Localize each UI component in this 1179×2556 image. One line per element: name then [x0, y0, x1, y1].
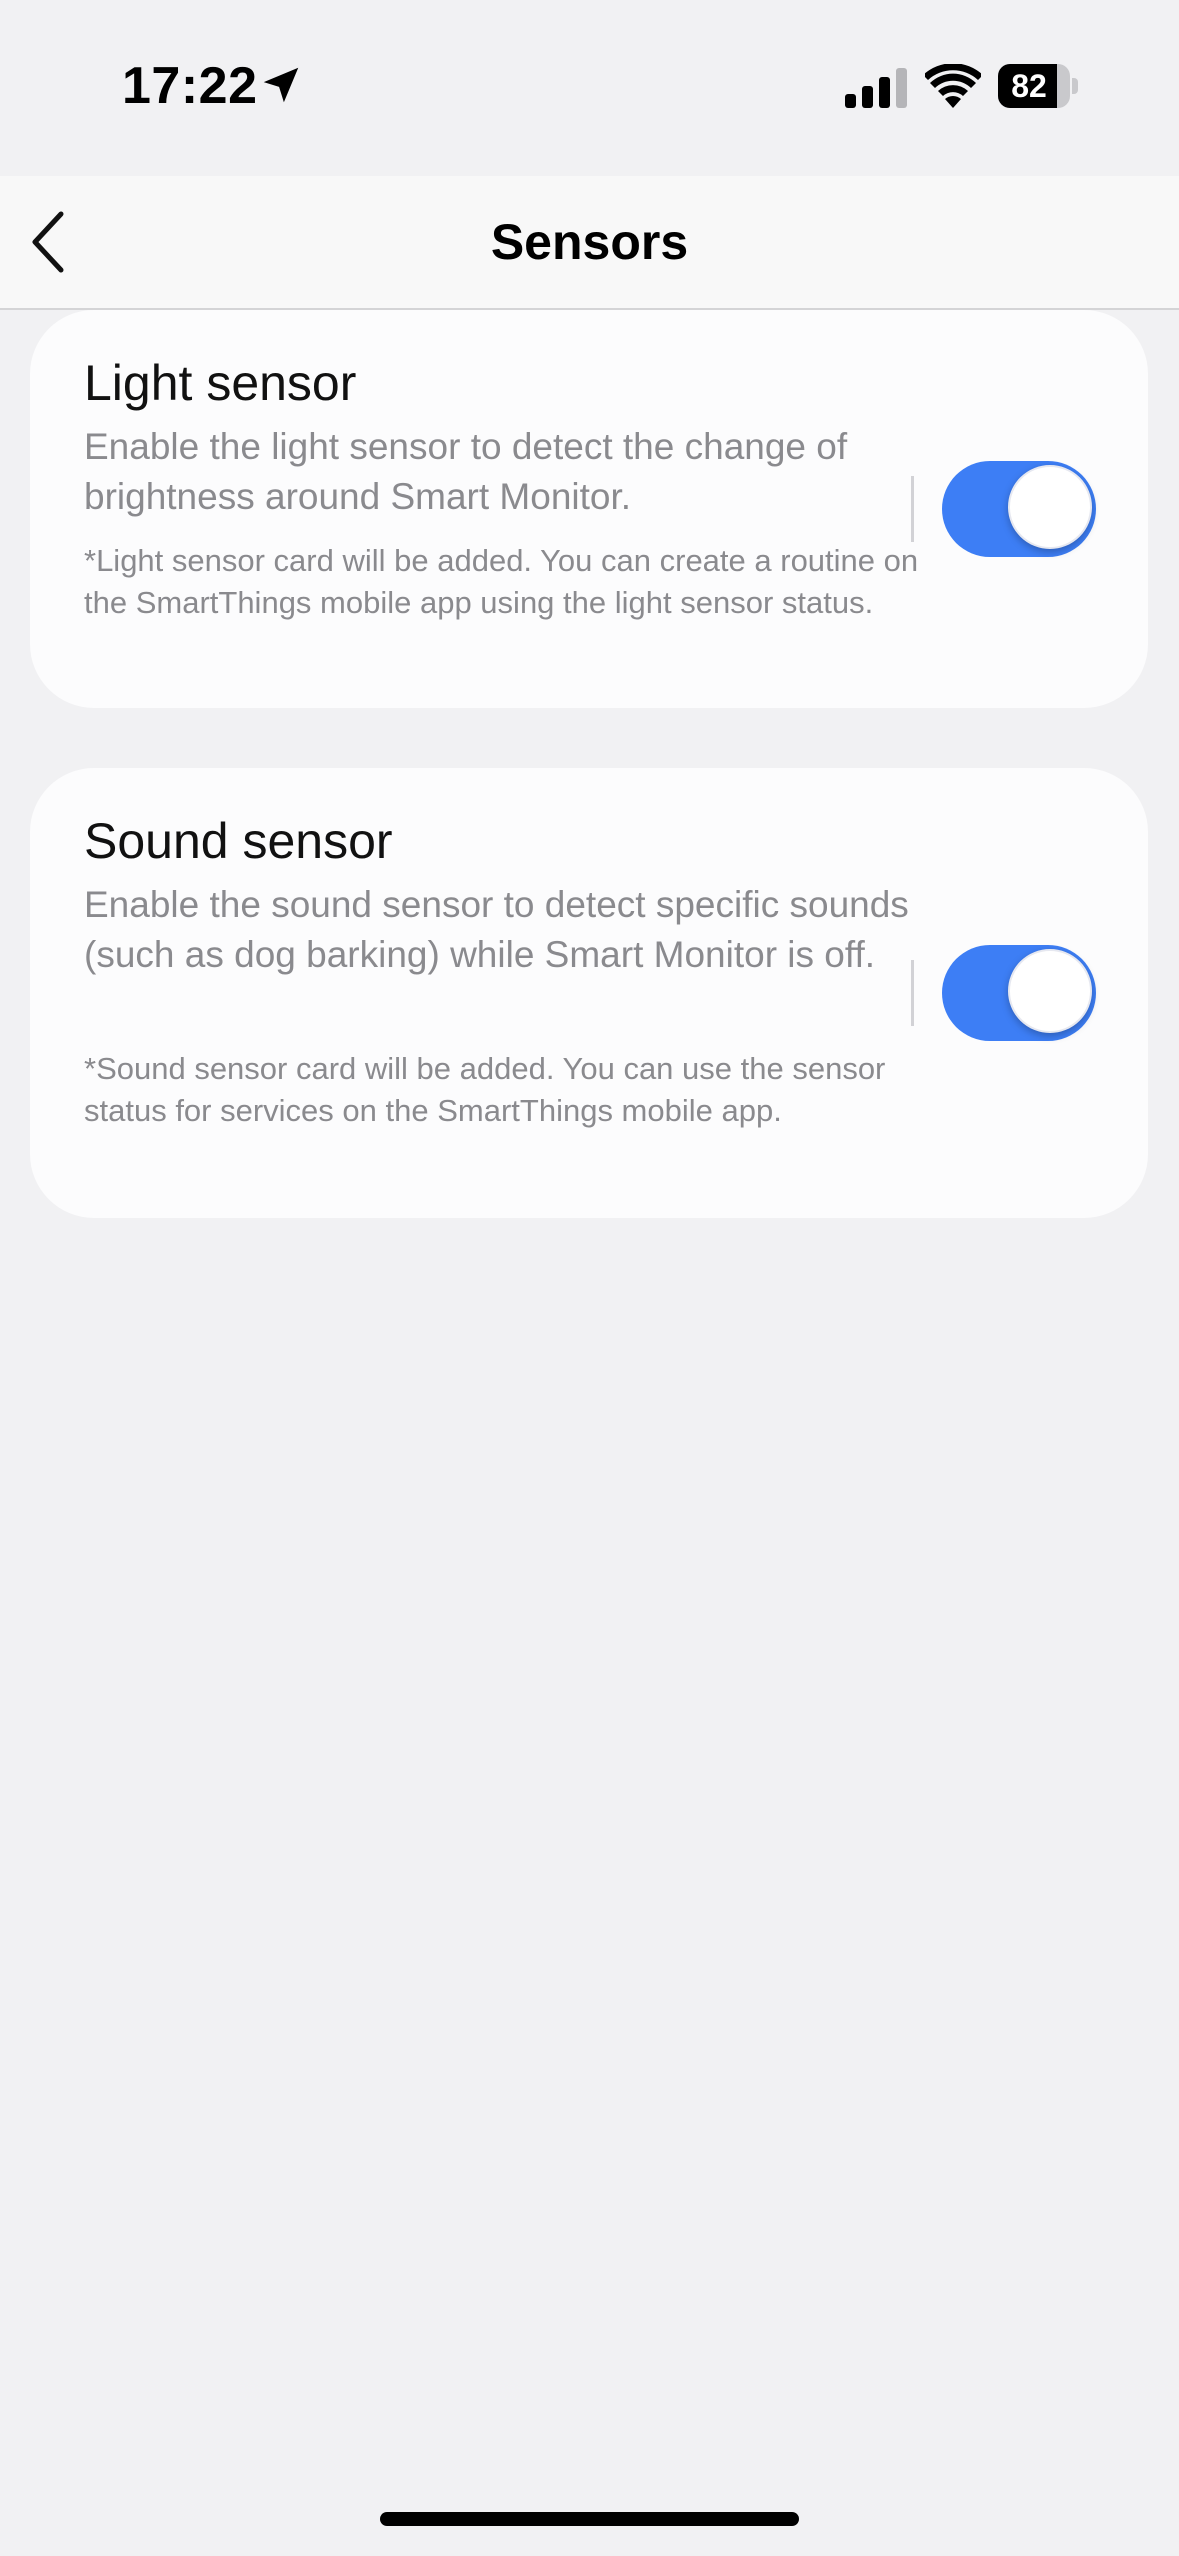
navigation-bar: Sensors [0, 176, 1179, 310]
home-indicator [380, 2512, 799, 2526]
sound-sensor-note: *Sound sensor card will be added. You ca… [84, 1051, 886, 1128]
divider [911, 960, 914, 1026]
status-bar: 17:22 82 [0, 0, 1179, 176]
wifi-icon [925, 64, 981, 108]
light-sensor-description: Enable the light sensor to detect the ch… [84, 426, 848, 517]
toggle-knob [1008, 949, 1092, 1033]
light-sensor-title: Light sensor [84, 355, 357, 411]
light-sensor-toggle[interactable] [942, 461, 1096, 557]
chevron-left-icon [32, 211, 64, 273]
light-sensor-card: Light sensor Enable the light sensor to … [30, 310, 1148, 708]
location-arrow-icon [263, 67, 299, 103]
page-title: Sensors [490, 214, 689, 270]
sound-sensor-title: Sound sensor [84, 813, 393, 869]
divider [911, 476, 914, 542]
sound-sensor-card: Sound sensor Enable the sound sensor to … [30, 768, 1148, 1218]
sound-sensor-description: Enable the sound sensor to detect specif… [84, 884, 909, 975]
cellular-signal-icon [845, 68, 907, 108]
status-time: 17:22 [122, 57, 258, 115]
battery-percentage: 82 [1011, 68, 1047, 104]
battery-icon: 82 [998, 64, 1078, 108]
sound-sensor-toggle[interactable] [942, 945, 1096, 1041]
light-sensor-note: *Light sensor card will be added. You ca… [84, 543, 919, 620]
toggle-knob [1008, 465, 1092, 549]
back-button[interactable] [14, 206, 84, 278]
